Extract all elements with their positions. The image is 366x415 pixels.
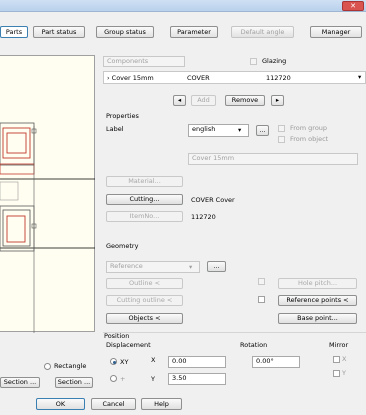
y-input[interactable]: 3.50	[168, 373, 226, 385]
base-point-button[interactable]: Base point...	[278, 313, 357, 324]
material-button: Material...	[106, 176, 183, 187]
component-row[interactable]: › Cover 15mm COVER 112720 ▾	[103, 71, 366, 84]
position-divider	[103, 332, 366, 333]
chevron-down-icon[interactable]: ▾	[358, 73, 361, 82]
section-left-button[interactable]: Section ...	[0, 377, 40, 388]
cutting-button[interactable]: Cutting...	[106, 194, 183, 205]
close-icon[interactable]: ✕	[342, 1, 364, 11]
add-button: Add	[191, 95, 216, 106]
cutting-value: COVER Cover	[191, 196, 235, 204]
remove-button[interactable]: Remove	[225, 95, 265, 106]
reference-points-button[interactable]: Reference points <	[278, 295, 357, 306]
component-name: › Cover 15mm	[107, 74, 154, 82]
reference-value: Reference	[110, 262, 143, 270]
mirror-label: Mirror	[329, 341, 349, 349]
item-no-button: ItemNo...	[106, 211, 183, 222]
rectangle-label: Rectangle	[54, 362, 87, 370]
rotation-label: Rotation	[240, 341, 268, 349]
tab-default-angle: Default angle	[231, 26, 294, 38]
label-caption: Label	[106, 125, 124, 133]
rotation-input[interactable]: 0.00°	[252, 356, 300, 368]
from-object-label: From object	[290, 135, 329, 143]
x-input[interactable]: 0.00	[168, 356, 226, 368]
language-select[interactable]: english ▾	[188, 124, 249, 137]
properties-title: Properties	[106, 112, 139, 120]
reference-select: Reference ▾	[106, 261, 200, 273]
cancel-button[interactable]: Cancel	[91, 398, 136, 410]
part-drawing	[0, 122, 95, 356]
displacement-label: Displacement	[106, 341, 151, 349]
hole-pitch-checkbox	[258, 278, 265, 285]
help-button[interactable]: Help	[141, 398, 182, 410]
component-number: 112720	[266, 74, 291, 82]
cutting-outline-button: Cutting outline <	[106, 295, 183, 306]
chevron-down-icon: ▾	[238, 126, 242, 134]
components-dropdown: Components	[103, 56, 185, 67]
objects-button[interactable]: Objects <	[106, 313, 183, 324]
xy-label: XY	[120, 358, 129, 366]
label-more-button[interactable]: ...	[256, 125, 269, 136]
glazing-label: Glazing	[262, 57, 287, 65]
chevron-down-icon: ▾	[189, 263, 193, 271]
language-value: english	[192, 125, 216, 133]
glazing-checkbox	[250, 58, 257, 65]
geometry-title: Geometry	[106, 242, 139, 250]
tab-part-status[interactable]: Part status	[33, 26, 85, 38]
tab-parts[interactable]: Parts	[0, 26, 28, 38]
rectangle-radio[interactable]	[44, 363, 51, 370]
mirror-x-checkbox[interactable]	[333, 356, 340, 363]
xy-radio[interactable]	[110, 358, 117, 365]
component-type: COVER	[187, 74, 210, 82]
hole-pitch-button: Hole pitch...	[278, 278, 357, 289]
tab-parameter[interactable]: Parameter	[170, 26, 218, 38]
section-right-button[interactable]: Section ...	[55, 377, 93, 388]
reference-points-checkbox[interactable]	[258, 296, 265, 303]
from-object-checkbox	[278, 136, 285, 143]
arrow-right-icon[interactable]: ▸	[271, 95, 284, 106]
reference-more-button[interactable]: ...	[207, 261, 226, 272]
from-group-label: From group	[290, 124, 328, 132]
tab-group-status[interactable]: Group status	[96, 26, 154, 38]
arrow-left-icon[interactable]: ◂	[173, 95, 186, 106]
ok-button[interactable]: OK	[36, 398, 85, 410]
mirror-y-label: Y	[342, 369, 346, 377]
from-group-checkbox	[278, 125, 285, 132]
item-no-value: 112720	[191, 213, 216, 221]
mirror-y-checkbox[interactable]	[333, 370, 340, 377]
x-label: X	[151, 356, 156, 364]
outline-button: Outline <	[106, 278, 183, 289]
title-bar	[0, 0, 366, 12]
position-title: Position	[104, 332, 130, 340]
manager-button[interactable]: Manager	[310, 26, 362, 38]
polar-radio[interactable]	[110, 375, 117, 382]
preview-panel	[0, 55, 95, 356]
polar-label: +	[120, 375, 126, 383]
y-label: Y	[151, 375, 155, 383]
label-value-field: Cover 15mm	[188, 153, 358, 165]
mirror-x-label: X	[342, 355, 347, 363]
